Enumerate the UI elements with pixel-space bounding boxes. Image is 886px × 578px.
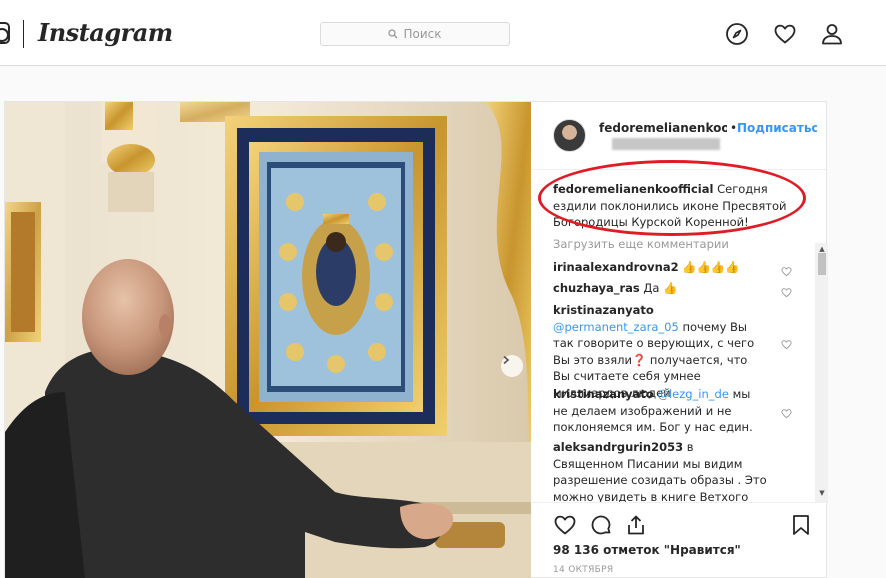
comment-text: 👍👍👍👍: [682, 260, 740, 274]
post-actions: 98 136 отметок "Нравится" 14 ОКТЯБРЯ: [532, 502, 828, 578]
comment-item: kristinazanyato @lezg_in_de мы не делаем…: [553, 386, 767, 436]
comment-mention[interactable]: @lezg_in_de: [657, 387, 728, 401]
comment-item: aleksandrgurin2053 в Священном Писании м…: [553, 439, 767, 502]
icon-scene: [5, 102, 531, 578]
comment-username[interactable]: kristinazanyato: [553, 387, 654, 401]
follow-button[interactable]: Подписаться: [737, 121, 817, 135]
post-header: fedoremelianenkoofficial • Подписаться: [532, 102, 828, 170]
comment-like-icon[interactable]: [781, 283, 792, 298]
comment-username[interactable]: chuzhaya_ras: [553, 281, 640, 295]
comment-like-icon[interactable]: [781, 404, 792, 419]
comment-username[interactable]: aleksandrgurin2053: [553, 440, 683, 454]
scroll-up-arrow-icon[interactable]: ▲: [818, 245, 826, 253]
comment-bubble-icon[interactable]: [589, 513, 613, 537]
search-input[interactable]: Поиск: [320, 22, 510, 46]
next-photo-button[interactable]: [501, 355, 523, 377]
instagram-logo[interactable]: Instagram: [38, 18, 173, 47]
post-author-username[interactable]: fedoremelianenkoofficial: [599, 121, 727, 135]
comment-text: Да 👍: [643, 281, 678, 295]
comments-list: fedoremelianenkoofficial Сегодня ездили …: [532, 171, 828, 502]
caption-username[interactable]: fedoremelianenkoofficial: [553, 182, 713, 196]
post-caption: fedoremelianenkoofficial Сегодня ездили …: [553, 181, 791, 231]
logo-divider: [23, 20, 24, 48]
user-icon[interactable]: [820, 22, 844, 46]
top-navigation: Instagram Поиск: [0, 0, 886, 66]
share-upload-icon[interactable]: [624, 513, 648, 537]
likes-count[interactable]: 98 136 отметок "Нравится": [553, 543, 741, 557]
post-date[interactable]: 14 ОКТЯБРЯ: [553, 565, 613, 575]
blurred-location: [612, 138, 720, 150]
scrollbar-thumb[interactable]: [818, 253, 826, 275]
search-icon: [388, 29, 398, 39]
load-more-comments-link[interactable]: Загрузить еще комментарии: [553, 237, 729, 251]
comments-scrollbar[interactable]: [815, 243, 828, 502]
comment-item: chuzhaya_ras Да 👍: [553, 280, 793, 297]
comment-mention[interactable]: @permanent_zara_05: [553, 320, 679, 334]
heart-icon[interactable]: [773, 22, 797, 46]
post-card: fedoremelianenkoofficial • Подписаться f…: [4, 101, 828, 578]
comment-like-icon[interactable]: [781, 262, 792, 277]
search-placeholder: Поиск: [403, 27, 442, 41]
compass-icon[interactable]: [725, 22, 749, 46]
comment-item: irinaalexandrovna2 👍👍👍👍: [553, 259, 793, 276]
post-side-panel: fedoremelianenkoofficial • Подписаться f…: [532, 102, 828, 578]
avatar[interactable]: [553, 119, 586, 152]
comment-like-icon[interactable]: [781, 335, 792, 350]
like-heart-icon[interactable]: [553, 513, 577, 537]
camera-icon[interactable]: [0, 22, 10, 44]
comment-username[interactable]: kristinazanyato: [553, 303, 654, 317]
bookmark-icon[interactable]: [789, 513, 813, 537]
comment-username[interactable]: irinaalexandrovna2: [553, 260, 679, 274]
chevron-right-icon: [503, 355, 510, 365]
post-photo[interactable]: [5, 102, 531, 578]
scroll-down-arrow-icon[interactable]: ▼: [818, 489, 826, 497]
